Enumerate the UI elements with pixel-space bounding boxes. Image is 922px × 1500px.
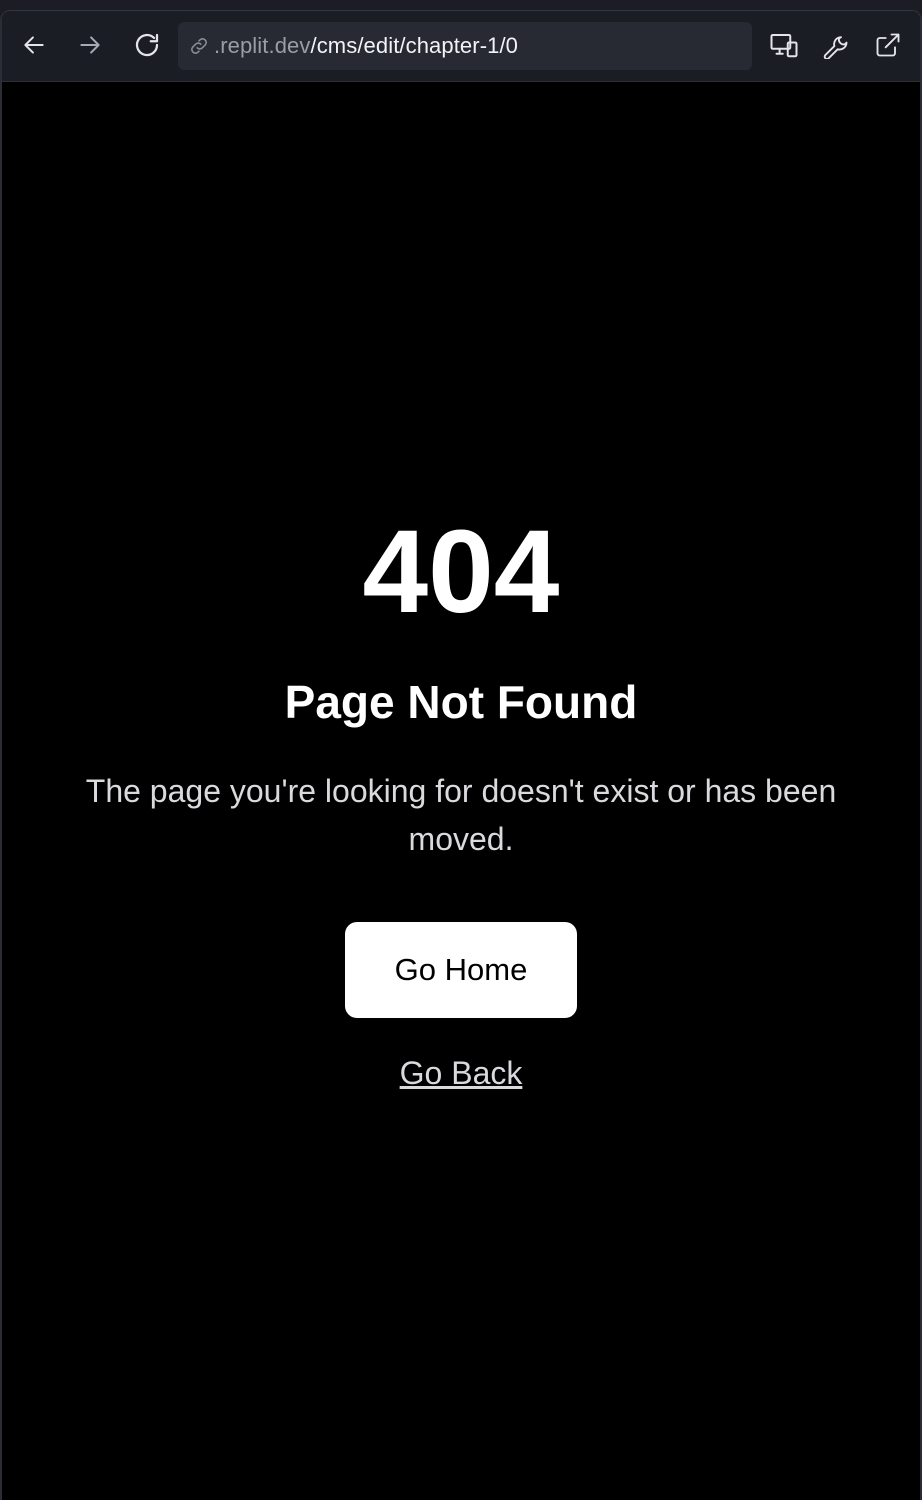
page-title: Page Not Found [284, 676, 638, 728]
link-icon [188, 34, 212, 58]
reload-icon [135, 33, 159, 57]
browser-frame: .replit.dev/cms/edit/chapter-1/0 404 Pag… [0, 10, 922, 1500]
devtools-button[interactable] [820, 29, 852, 61]
go-home-button[interactable]: Go Home [345, 922, 577, 1018]
browser-toolbar: .replit.dev/cms/edit/chapter-1/0 [2, 11, 920, 82]
address-bar[interactable]: .replit.dev/cms/edit/chapter-1/0 [178, 22, 752, 70]
error-description: The page you're looking for doesn't exis… [85, 773, 837, 857]
arrow-right-icon [80, 36, 100, 54]
url-text: .replit.dev/cms/edit/chapter-1/0 [214, 33, 518, 59]
devices-icon [770, 34, 798, 58]
back-button[interactable] [18, 29, 50, 61]
external-link-icon [876, 33, 900, 57]
go-back-link[interactable]: Go Back [2, 1053, 920, 1093]
open-external-button[interactable] [872, 29, 904, 61]
reload-button[interactable] [131, 29, 163, 61]
devices-button[interactable] [768, 29, 800, 61]
error-code: 404 [362, 506, 560, 638]
url-path: /cms/edit/chapter-1/0 [310, 33, 519, 58]
arrow-left-icon [24, 36, 44, 54]
page-content: 404 Page Not Found The page you're looki… [2, 83, 920, 1500]
forward-button[interactable] [74, 29, 106, 61]
wrench-icon [823, 36, 848, 59]
url-host: .replit.dev [214, 33, 311, 58]
